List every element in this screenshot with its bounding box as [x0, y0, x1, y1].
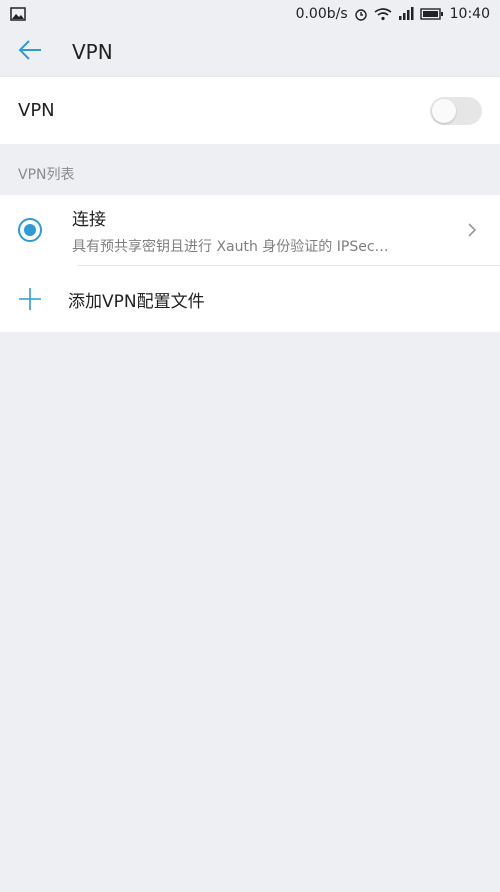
toggle-knob: [432, 98, 456, 123]
page-title: VPN: [72, 40, 113, 64]
vpn-toggle-row[interactable]: VPN: [0, 76, 500, 144]
vpn-list: 连接 具有预共享密钥且进行 Xauth 身份验证的 IPSec… 添加VPN配置…: [0, 195, 500, 332]
chevron-right-icon[interactable]: [462, 222, 482, 238]
add-vpn-profile-button[interactable]: 添加VPN配置文件: [0, 266, 500, 332]
status-bar-right: 0.00b/s 10:40: [296, 6, 490, 22]
battery-icon: [419, 7, 444, 21]
vpn-list-item[interactable]: 连接 具有预共享密钥且进行 Xauth 身份验证的 IPSec…: [0, 195, 500, 265]
clock: 10:40: [449, 6, 490, 22]
app-header: VPN: [0, 28, 500, 76]
image-icon: [10, 7, 26, 21]
vpn-toggle-switch[interactable]: [430, 96, 482, 125]
radio-dot: [24, 224, 36, 236]
add-vpn-profile-label: 添加VPN配置文件: [68, 291, 205, 312]
alarm-icon: [354, 7, 368, 21]
radio-selected-icon[interactable]: [18, 218, 42, 242]
back-button[interactable]: [0, 28, 60, 76]
vpn-list-section-label: VPN列表: [18, 167, 75, 183]
vpn-item-title: 连接: [72, 209, 106, 230]
back-arrow-icon: [17, 39, 43, 65]
status-bar: 0.00b/s 10:40: [0, 0, 500, 28]
vpn-toggle-label: VPN: [18, 100, 55, 121]
vpn-item-text: 连接 具有预共享密钥且进行 Xauth 身份验证的 IPSec…: [72, 205, 462, 256]
vpn-item-subtitle: 具有预共享密钥且进行 Xauth 身份验证的 IPSec…: [72, 238, 389, 255]
signal-icon: [398, 7, 414, 21]
wifi-icon: [374, 7, 392, 21]
plus-icon: [18, 287, 42, 311]
network-speed: 0.00b/s: [295, 6, 348, 22]
